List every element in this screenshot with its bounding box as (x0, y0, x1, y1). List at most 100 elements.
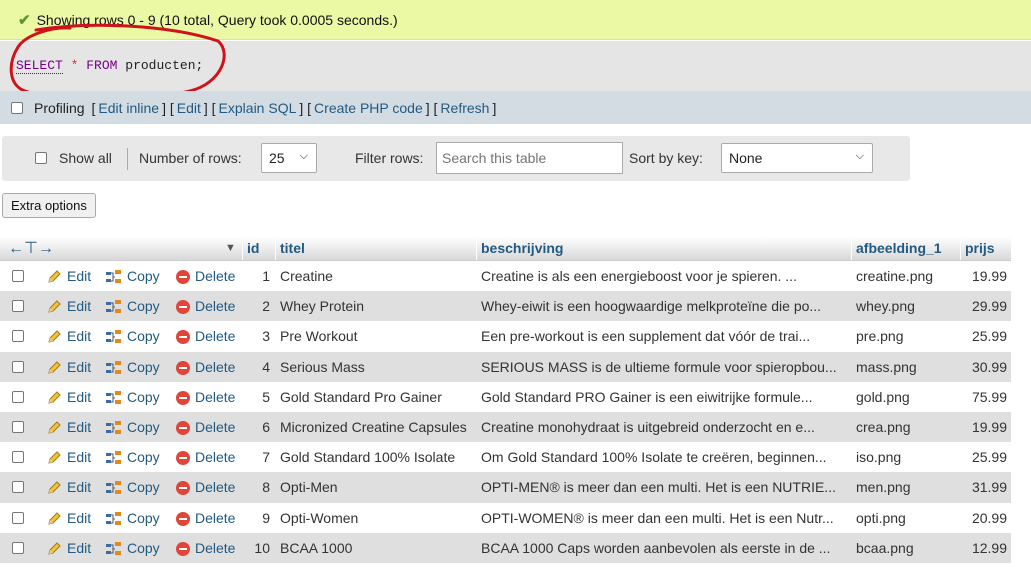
cell-prijs[interactable]: 25.99 (962, 328, 1007, 344)
row-checkbox[interactable] (12, 541, 24, 554)
row-checkbox[interactable] (12, 481, 24, 494)
delete-link[interactable]: Delete (195, 510, 235, 526)
delete-link[interactable]: Delete (195, 328, 235, 344)
cell-titel[interactable]: Whey Protein (280, 298, 474, 314)
delete-icon[interactable] (176, 420, 190, 435)
delete-link[interactable]: Delete (195, 449, 235, 465)
cell-afbeelding-1[interactable]: whey.png (856, 298, 958, 314)
edit-link[interactable]: Edit (67, 389, 91, 405)
column-header-titel[interactable]: titel (280, 240, 305, 256)
cell-afbeelding-1[interactable]: opti.png (856, 510, 958, 526)
copy-icon[interactable] (105, 420, 122, 436)
cell-afbeelding-1[interactable]: crea.png (856, 419, 958, 435)
cell-beschrijving[interactable]: BCAA 1000 Caps worden aanbevolen als eer… (481, 540, 847, 556)
pencil-icon[interactable] (46, 390, 62, 406)
edit-link[interactable]: Edit (67, 328, 91, 344)
copy-link[interactable]: Copy (127, 449, 160, 465)
row-checkbox[interactable] (12, 390, 24, 403)
column-expand-arrows-icon[interactable]: ←⊤→ (8, 238, 54, 258)
copy-icon[interactable] (105, 329, 122, 345)
cell-beschrijving[interactable]: Om Gold Standard 100% Isolate te creëren… (481, 449, 847, 465)
pencil-icon[interactable] (46, 269, 62, 285)
pencil-icon[interactable] (46, 420, 62, 436)
cell-prijs[interactable]: 19.99 (962, 268, 1007, 284)
cell-titel[interactable]: Creatine (280, 268, 474, 284)
row-checkbox[interactable] (12, 511, 24, 524)
copy-icon[interactable] (105, 299, 122, 315)
cell-prijs[interactable]: 29.99 (962, 298, 1007, 314)
cell-prijs[interactable]: 12.99 (962, 540, 1007, 556)
cell-beschrijving[interactable]: Creatine monohydraat is uitgebreid onder… (481, 419, 847, 435)
cell-afbeelding-1[interactable]: pre.png (856, 328, 958, 344)
edit-inline-link[interactable]: Edit inline (98, 100, 159, 116)
profiling-checkbox[interactable] (11, 101, 23, 114)
pencil-icon[interactable] (46, 511, 62, 527)
delete-icon[interactable] (176, 481, 190, 496)
cell-beschrijving[interactable]: OPTI-MEN® is meer dan een multi. Het is … (481, 479, 847, 495)
cell-afbeelding-1[interactable]: creatine.png (856, 268, 958, 284)
delete-icon[interactable] (176, 330, 190, 345)
cell-prijs[interactable]: 25.99 (962, 449, 1007, 465)
copy-icon[interactable] (105, 541, 122, 557)
edit-link[interactable]: Edit (67, 510, 91, 526)
cell-beschrijving[interactable]: SERIOUS MASS is de ultieme formule voor … (481, 359, 847, 375)
cell-prijs[interactable]: 30.99 (962, 359, 1007, 375)
cell-beschrijving[interactable]: Een pre-workout is een supplement dat vó… (481, 328, 847, 344)
column-header-afbeelding-1[interactable]: afbeelding_1 (856, 240, 942, 256)
cell-afbeelding-1[interactable]: bcaa.png (856, 540, 958, 556)
cell-titel[interactable]: Gold Standard 100% Isolate (280, 449, 474, 465)
create-php-code-link[interactable]: Create PHP code (314, 100, 423, 116)
delete-link[interactable]: Delete (195, 298, 235, 314)
column-header-id[interactable]: id (247, 240, 259, 256)
cell-afbeelding-1[interactable]: mass.png (856, 359, 958, 375)
edit-link[interactable]: Edit (67, 479, 91, 495)
copy-icon[interactable] (105, 360, 122, 376)
explain-sql-link[interactable]: Explain SQL (219, 100, 297, 116)
cell-titel[interactable]: Opti-Men (280, 479, 474, 495)
copy-icon[interactable] (105, 480, 122, 496)
cell-titel[interactable]: BCAA 1000 (280, 540, 474, 556)
cell-beschrijving[interactable]: Whey-eiwit is een hoogwaardige melkprote… (481, 298, 847, 314)
cell-titel[interactable]: Opti-Women (280, 510, 474, 526)
copy-link[interactable]: Copy (127, 298, 160, 314)
row-checkbox[interactable] (12, 300, 24, 313)
copy-link[interactable]: Copy (127, 540, 160, 556)
copy-link[interactable]: Copy (127, 510, 160, 526)
sort-dropdown-icon[interactable]: ▼ (225, 242, 236, 254)
copy-link[interactable]: Copy (127, 359, 160, 375)
copy-link[interactable]: Copy (127, 479, 160, 495)
cell-beschrijving[interactable]: OPTI-WOMEN® is meer dan een multi. Het i… (481, 510, 847, 526)
cell-beschrijving[interactable]: Gold Standard PRO Gainer is een eiwitrij… (481, 389, 847, 405)
cell-prijs[interactable]: 75.99 (962, 389, 1007, 405)
copy-icon[interactable] (105, 390, 122, 406)
cell-prijs[interactable]: 31.99 (962, 479, 1007, 495)
cell-titel[interactable]: Gold Standard Pro Gainer (280, 389, 474, 405)
cell-titel[interactable]: Micronized Creatine Capsules (280, 419, 474, 435)
column-header-beschrijving[interactable]: beschrijving (481, 240, 563, 256)
row-checkbox[interactable] (12, 360, 24, 373)
edit-link[interactable]: Edit (67, 449, 91, 465)
edit-link[interactable]: Edit (67, 298, 91, 314)
copy-link[interactable]: Copy (127, 419, 160, 435)
copy-icon[interactable] (105, 450, 122, 466)
delete-icon[interactable] (176, 300, 190, 315)
delete-icon[interactable] (176, 270, 190, 284)
pencil-icon[interactable] (46, 329, 62, 345)
delete-icon[interactable] (176, 390, 190, 405)
row-checkbox[interactable] (12, 451, 24, 464)
edit-link[interactable]: Edit (67, 359, 91, 375)
pencil-icon[interactable] (46, 480, 62, 496)
delete-icon[interactable] (176, 360, 190, 375)
delete-link[interactable]: Delete (195, 419, 235, 435)
show-all-checkbox[interactable] (35, 152, 47, 164)
delete-link[interactable]: Delete (195, 540, 235, 556)
number-of-rows-select[interactable]: 25 ⌵ (261, 143, 317, 173)
sql-keyword-select[interactable]: SELECT (16, 58, 63, 74)
copy-icon[interactable] (105, 269, 122, 285)
cell-titel[interactable]: Pre Workout (280, 328, 474, 344)
row-checkbox[interactable] (12, 270, 24, 282)
pencil-icon[interactable] (46, 360, 62, 376)
filter-rows-input[interactable]: Search this table (436, 142, 623, 174)
sort-by-key-select[interactable]: None ⌵ (721, 143, 873, 173)
delete-icon[interactable] (176, 541, 190, 556)
